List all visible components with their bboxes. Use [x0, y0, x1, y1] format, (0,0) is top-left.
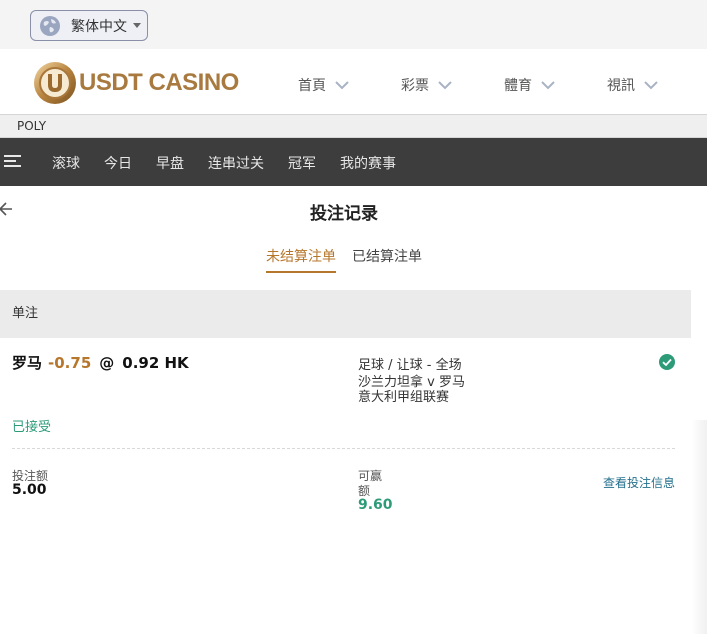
- selection-team: 罗马: [12, 354, 43, 372]
- sports-nav-parlay[interactable]: 连串过关: [208, 153, 264, 173]
- tab-settled[interactable]: 已结算注单: [352, 246, 422, 266]
- language-label: 繁体中文: [71, 18, 127, 35]
- brand-logo[interactable]: USDT CASINO: [33, 61, 239, 105]
- bet-league: 意大利甲组联赛: [358, 390, 450, 405]
- sports-nav-today[interactable]: 今日: [104, 153, 132, 173]
- site-header: USDT CASINO 首頁 彩票 體育 視訊: [0, 49, 707, 114]
- page-root: 繁体中文 USDT CASINO 首頁 彩票 體育 視訊 POLY 滚球 今日 …: [0, 0, 707, 634]
- nav-lottery-label: 彩票: [401, 78, 429, 94]
- nav-home[interactable]: 首頁: [298, 75, 350, 95]
- menu-icon[interactable]: [4, 155, 21, 169]
- stake-value: 5.00: [12, 482, 47, 498]
- section-header: 单注: [0, 290, 691, 338]
- handicap-value: -0.75: [48, 354, 92, 372]
- globe-icon: [40, 15, 60, 36]
- chevron-down-icon: [644, 81, 658, 90]
- page-title: 投注记录: [310, 204, 378, 224]
- nav-video[interactable]: 視訊: [607, 75, 659, 95]
- nav-sports-label: 體育: [504, 78, 532, 94]
- panel-edge-shadow: [691, 420, 707, 634]
- caret-down-icon: [133, 23, 141, 28]
- check-circle-icon: [659, 354, 675, 370]
- chevron-down-icon: [438, 81, 452, 90]
- win-value: 9.60: [358, 497, 393, 513]
- at-symbol: @: [99, 354, 115, 372]
- brand-name: USDT CASINO: [79, 69, 239, 96]
- chevron-down-icon: [335, 81, 349, 90]
- nav-lottery[interactable]: 彩票: [401, 75, 453, 95]
- bet-status: 已接受: [12, 420, 52, 435]
- language-selector[interactable]: 繁体中文: [30, 10, 148, 41]
- language-bar: 繁体中文: [0, 0, 707, 49]
- provider-label: POLY: [0, 114, 707, 138]
- tab-unsettled[interactable]: 未结算注单: [266, 246, 336, 266]
- bet-selection: 罗马 -0.75 @ 0.92 HK: [12, 352, 189, 373]
- active-tab-indicator: [266, 271, 336, 273]
- logo-coin-icon: [34, 62, 76, 104]
- sports-nav-my-events[interactable]: 我的赛事: [340, 153, 396, 173]
- nav-video-label: 視訊: [607, 78, 635, 94]
- odds-price: 0.92 HK: [122, 354, 189, 372]
- chevron-down-icon: [541, 81, 555, 90]
- view-bet-details-link[interactable]: 查看投注信息: [603, 474, 675, 491]
- sports-nav-early[interactable]: 早盘: [156, 153, 184, 173]
- sports-nav-live[interactable]: 滚球: [52, 153, 80, 173]
- divider: [12, 448, 675, 449]
- sports-nav: 滚球 今日 早盘 连串过关 冠军 我的赛事: [0, 138, 707, 186]
- sports-nav-outright[interactable]: 冠军: [288, 153, 316, 173]
- nav-sports[interactable]: 體育: [504, 75, 556, 95]
- nav-home-label: 首頁: [298, 78, 326, 94]
